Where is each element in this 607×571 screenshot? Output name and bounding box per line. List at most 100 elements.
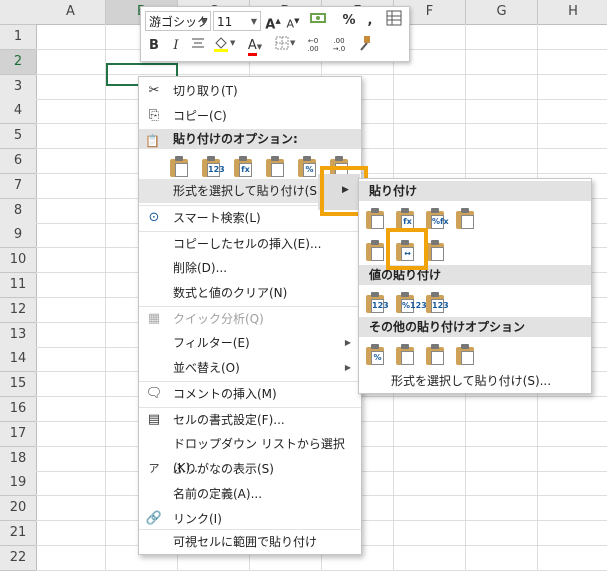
menu-item-paste-visible[interactable]: 可視セルに範囲で貼り付け	[139, 529, 361, 554]
menu-item-link[interactable]: 🔗 リンク(I)	[139, 507, 361, 531]
paste-option-icon[interactable]	[425, 343, 447, 367]
row-header-11[interactable]: 11	[0, 273, 37, 298]
menu-item-format-cells[interactable]: ▤ セルの書式設定(F)...	[139, 407, 361, 432]
bold-button[interactable]: B	[147, 35, 161, 57]
fill-color-button[interactable]: ▼	[211, 35, 237, 57]
menu-item-delete[interactable]: 削除(D)...	[139, 256, 361, 280]
paste-option-icon[interactable]: %	[297, 155, 319, 179]
paste-option-icon[interactable]: 123	[425, 291, 449, 315]
grow-font-icon: A	[265, 17, 276, 33]
paste-option-icon[interactable]	[395, 343, 417, 367]
paint-bucket-icon: ▼	[214, 37, 236, 52]
format-painter-grid-button[interactable]	[385, 10, 403, 32]
row-header-2[interactable]: 2	[0, 49, 37, 75]
menu-item-cut[interactable]: ✂ 切り取り(T)	[139, 79, 361, 103]
font-size-value: 11	[217, 15, 233, 29]
row-header-10[interactable]: 10	[0, 248, 37, 274]
row-header-20[interactable]: 20	[0, 496, 37, 522]
paste-option-icon[interactable]	[365, 207, 387, 231]
row-header-14[interactable]: 14	[0, 347, 37, 373]
menu-item-label: ふりがなの表示(S)	[173, 462, 274, 476]
paste-option-icon[interactable]: %fx	[425, 207, 449, 231]
row-header-6[interactable]: 6	[0, 149, 37, 174]
row-header-7[interactable]: 7	[0, 173, 37, 199]
row-header-5[interactable]: 5	[0, 124, 37, 150]
column-header-a[interactable]: A	[36, 0, 106, 25]
table-grid-icon	[386, 10, 402, 26]
menu-item-define-name[interactable]: 名前の定義(A)...	[139, 482, 361, 506]
paste-option-icon[interactable]	[425, 239, 447, 263]
paste-option-icon[interactable]: fx	[233, 155, 255, 179]
menu-item-label: 削除(D)...	[173, 261, 228, 275]
copy-icon: ⎘	[148, 108, 160, 123]
paste-option-icon[interactable]: 123	[201, 155, 225, 179]
row-header-17[interactable]: 17	[0, 421, 37, 447]
quick-analysis-icon: ▦	[147, 311, 161, 326]
menu-item-label: フィルター(E)	[173, 336, 250, 350]
menu-item-label: 並べ替え(O)	[173, 361, 240, 375]
column-header-g[interactable]: G	[466, 0, 538, 25]
column-header-h[interactable]: H	[538, 0, 607, 25]
row-header-16[interactable]: 16	[0, 397, 37, 422]
font-size-combo[interactable]: 11 ▼	[213, 11, 261, 31]
submenu-item-paste-special[interactable]: 形式を選択して貼り付け(S)...	[359, 369, 591, 393]
row-header-1[interactable]: 1	[0, 25, 37, 50]
menu-item-dropdown-pick[interactable]: ドロップダウン リストから選択(K)...	[139, 432, 361, 475]
align-center-icon	[192, 38, 204, 48]
shrink-font-button[interactable]: A▼	[285, 10, 301, 32]
header-label: 貼り付けのオプション:	[173, 132, 298, 146]
row-header-4[interactable]: 4	[0, 99, 37, 125]
row-header-13[interactable]: 13	[0, 322, 37, 348]
comma-style-button[interactable]: ,	[363, 10, 377, 32]
row-header-18[interactable]: 18	[0, 446, 37, 472]
scissors-icon: ✂	[148, 83, 160, 98]
row-header-21[interactable]: 21	[0, 521, 37, 546]
font-color-button[interactable]: A▼	[243, 35, 267, 57]
row-header-19[interactable]: 19	[0, 471, 37, 497]
percent-style-button[interactable]: %	[341, 10, 357, 32]
font-name-combo[interactable]: 游ゴシック ▼	[145, 11, 211, 31]
paste-option-icon[interactable]	[455, 207, 477, 231]
paste-option-icon[interactable]: 123	[365, 291, 389, 315]
paste-option-icon[interactable]: %123	[395, 291, 427, 315]
menu-item-label: 数式と値のクリア(N)	[173, 286, 288, 300]
select-all-corner[interactable]	[0, 0, 37, 25]
align-center-button[interactable]	[189, 35, 207, 57]
shrink-font-icon: A	[286, 17, 295, 31]
menu-item-copy[interactable]: ⎘ コピー(C)	[139, 104, 361, 128]
row-header-22[interactable]: 22	[0, 545, 37, 571]
number-format-button[interactable]	[307, 10, 331, 32]
paste-option-icon[interactable]	[365, 239, 387, 263]
svg-text:▼: ▼	[230, 39, 236, 47]
font-color-icon: A	[247, 39, 257, 56]
row-header-3[interactable]: 3	[0, 74, 37, 100]
menu-item-sort[interactable]: 並べ替え(O) ▶	[139, 356, 361, 380]
other-paste-row: %	[365, 341, 585, 369]
row-header-12[interactable]: 12	[0, 297, 37, 323]
italic-button[interactable]: I	[169, 35, 183, 57]
increase-decimal-button[interactable]: ←0 .00	[303, 37, 323, 59]
row-header-8[interactable]: 8	[0, 198, 37, 224]
paste-option-icon[interactable]: %	[365, 343, 387, 367]
menu-item-clear-contents[interactable]: 数式と値のクリア(N)	[139, 281, 361, 305]
decrease-decimal-button[interactable]: .00 →.0	[329, 37, 349, 59]
paste-option-icon[interactable]	[169, 155, 191, 179]
menu-item-show-phonetic[interactable]: ア ふりがなの表示(S)	[139, 457, 361, 481]
menu-item-label: 切り取り(T)	[173, 84, 238, 98]
clipboard-icon: 📋	[145, 134, 160, 148]
paste-option-icon[interactable]	[455, 343, 477, 367]
paste-option-icon[interactable]	[265, 155, 287, 179]
menu-item-insert-comment[interactable]: 🗨 コメントの挿入(M)	[139, 381, 361, 406]
menu-item-label: 名前の定義(A)...	[173, 487, 263, 501]
row-header-15[interactable]: 15	[0, 372, 37, 398]
borders-button[interactable]: ▼	[275, 35, 297, 57]
format-painter-button[interactable]	[355, 35, 375, 57]
menu-item-filter[interactable]: フィルター(E) ▶	[139, 331, 361, 355]
grow-font-button[interactable]: A▲	[265, 10, 281, 32]
menu-item-label: セルの書式設定(F)...	[173, 413, 285, 427]
menu-item-label: コメントの挿入(M)	[173, 387, 277, 401]
phonetic-icon: ア	[148, 462, 160, 475]
row-header-9[interactable]: 9	[0, 223, 37, 249]
menu-item-label: コピーしたセルの挿入(E)...	[173, 237, 322, 251]
menu-item-insert-copied[interactable]: コピーしたセルの挿入(E)...	[139, 231, 361, 256]
